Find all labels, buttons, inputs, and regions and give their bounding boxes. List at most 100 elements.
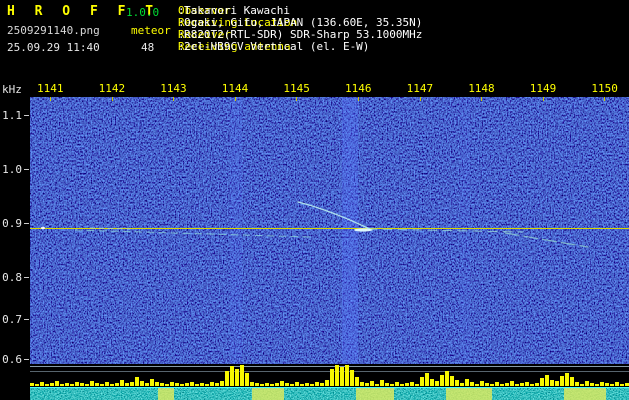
signal-strength-bar — [495, 382, 499, 386]
mode-label: meteor — [131, 24, 171, 37]
signal-strength-bar — [40, 382, 44, 386]
signal-strength-bar — [115, 383, 119, 386]
signal-strength-bar — [30, 383, 34, 386]
signal-strength-bar — [475, 384, 479, 386]
signal-strength-bar — [90, 381, 94, 386]
frequency-tick-mark — [24, 115, 29, 116]
signal-strength-bar — [585, 381, 589, 386]
signal-strength-bar — [110, 384, 114, 386]
time-axis: 1141 1142 1143 1144 1145 1146 1147 1148 1149 1150 — [0, 80, 629, 97]
signal-strength-bar — [540, 378, 544, 386]
spectrogram — [30, 97, 629, 364]
frequency-axis: kHz 1.1 1.0 0.9 0.8 0.7 0.6 — [0, 0, 30, 400]
signal-strength-bar — [165, 384, 169, 386]
signal-strength-bar — [295, 382, 299, 386]
meteor-echo-blob — [41, 226, 45, 230]
signal-strength-bar — [345, 365, 349, 386]
activity-strip — [30, 387, 629, 400]
signal-strength-bar — [445, 371, 449, 386]
signal-strength-bar — [370, 381, 374, 386]
time-tick-mark — [419, 97, 421, 101]
signal-strength-bar — [355, 377, 359, 386]
signal-strength-bar — [525, 382, 529, 386]
signal-strength-bar — [600, 382, 604, 386]
signal-strength-bar — [180, 384, 184, 386]
time-tick-mark — [358, 97, 359, 101]
signal-strength-bar — [380, 380, 384, 386]
signal-strength-bar — [275, 383, 279, 386]
signal-strength-bar — [240, 365, 244, 386]
time-tick-label: 1150 — [591, 82, 618, 95]
signal-strength-bar — [320, 383, 324, 386]
signal-strength-bar — [425, 373, 429, 386]
signal-strength-bar — [200, 383, 204, 386]
signal-strength-bar — [505, 383, 509, 386]
signal-strength-bar — [150, 379, 154, 386]
frequency-tick-mark — [24, 277, 29, 278]
signal-strength-bar — [565, 373, 569, 386]
signal-strength-bar — [210, 382, 214, 386]
signal-strength-bar — [360, 382, 364, 386]
signal-strength-bar — [415, 384, 419, 386]
signal-strength-bar — [555, 381, 559, 386]
signal-strength-bar — [490, 384, 494, 386]
signal-strength-bar — [55, 381, 59, 386]
signal-strength-bar — [75, 382, 79, 386]
frequency-unit-label: kHz — [2, 83, 22, 96]
time-tick-label: 1142 — [98, 82, 126, 95]
signal-strength-bar — [65, 383, 69, 386]
signal-strength-bar — [430, 379, 434, 386]
frequency-tick-mark — [24, 223, 29, 224]
signal-strength-bar — [575, 382, 579, 386]
signal-strength-bar — [250, 382, 254, 386]
activity-segment — [564, 388, 606, 400]
time-tick-mark — [481, 97, 483, 101]
app-version: 1.0.0 — [126, 6, 160, 19]
frequency-tick-label: 1.1 — [2, 109, 22, 122]
signal-strength-bar — [245, 373, 249, 386]
time-tick-label: 1148 — [468, 82, 495, 95]
signal-strength-bar — [595, 384, 599, 386]
meteor-echo-trail — [297, 201, 373, 231]
time-tick-mark — [50, 97, 51, 101]
signal-strength-panel — [30, 364, 629, 387]
signal-strength-bar — [195, 384, 199, 386]
signal-strength-bar — [470, 382, 474, 386]
signal-strength-bar — [590, 383, 594, 386]
frequency-tick-label: 0.6 — [2, 353, 22, 366]
meteor-echo-trail — [504, 232, 589, 248]
frequency-tick-mark — [24, 319, 29, 320]
info-value: 2el-HB9CV Vertical (el. E-W) — [184, 40, 370, 53]
signal-strength-bar — [160, 383, 164, 386]
signal-strength-bar — [205, 384, 209, 386]
signal-strength-bar — [570, 377, 574, 386]
signal-strength-bar — [545, 375, 549, 386]
signal-strength-bar — [610, 384, 614, 386]
signal-strength-bar — [350, 370, 354, 386]
signal-strength-bar — [395, 382, 399, 386]
frequency-tick-mark — [24, 359, 29, 360]
signal-strength-bar — [105, 382, 109, 386]
signal-strength-bar — [280, 381, 284, 386]
signal-strength-bar — [330, 369, 334, 386]
time-tick-label: 1147 — [406, 82, 434, 95]
signal-strength-bar — [230, 366, 234, 386]
threshold-line — [30, 366, 629, 367]
time-tick-label: 1141 — [37, 82, 64, 95]
signal-strength-bar — [80, 383, 84, 386]
time-tick-mark — [604, 97, 606, 101]
signal-strength-bar — [255, 383, 259, 386]
signal-strength-bar — [170, 382, 174, 386]
signal-strength-bar — [335, 365, 339, 386]
signal-strength-bar — [625, 383, 629, 386]
signal-strength-bar — [325, 380, 329, 386]
signal-strength-bar — [265, 383, 269, 386]
signal-strength-bar — [520, 383, 524, 386]
signal-strength-bar — [620, 384, 624, 386]
signal-strength-bar — [410, 382, 414, 386]
signal-strength-bar — [225, 371, 229, 386]
signal-strength-bar — [450, 376, 454, 386]
signal-strength-bar — [460, 383, 464, 386]
signal-strength-bar — [305, 383, 309, 386]
signal-strength-bar — [400, 384, 404, 386]
